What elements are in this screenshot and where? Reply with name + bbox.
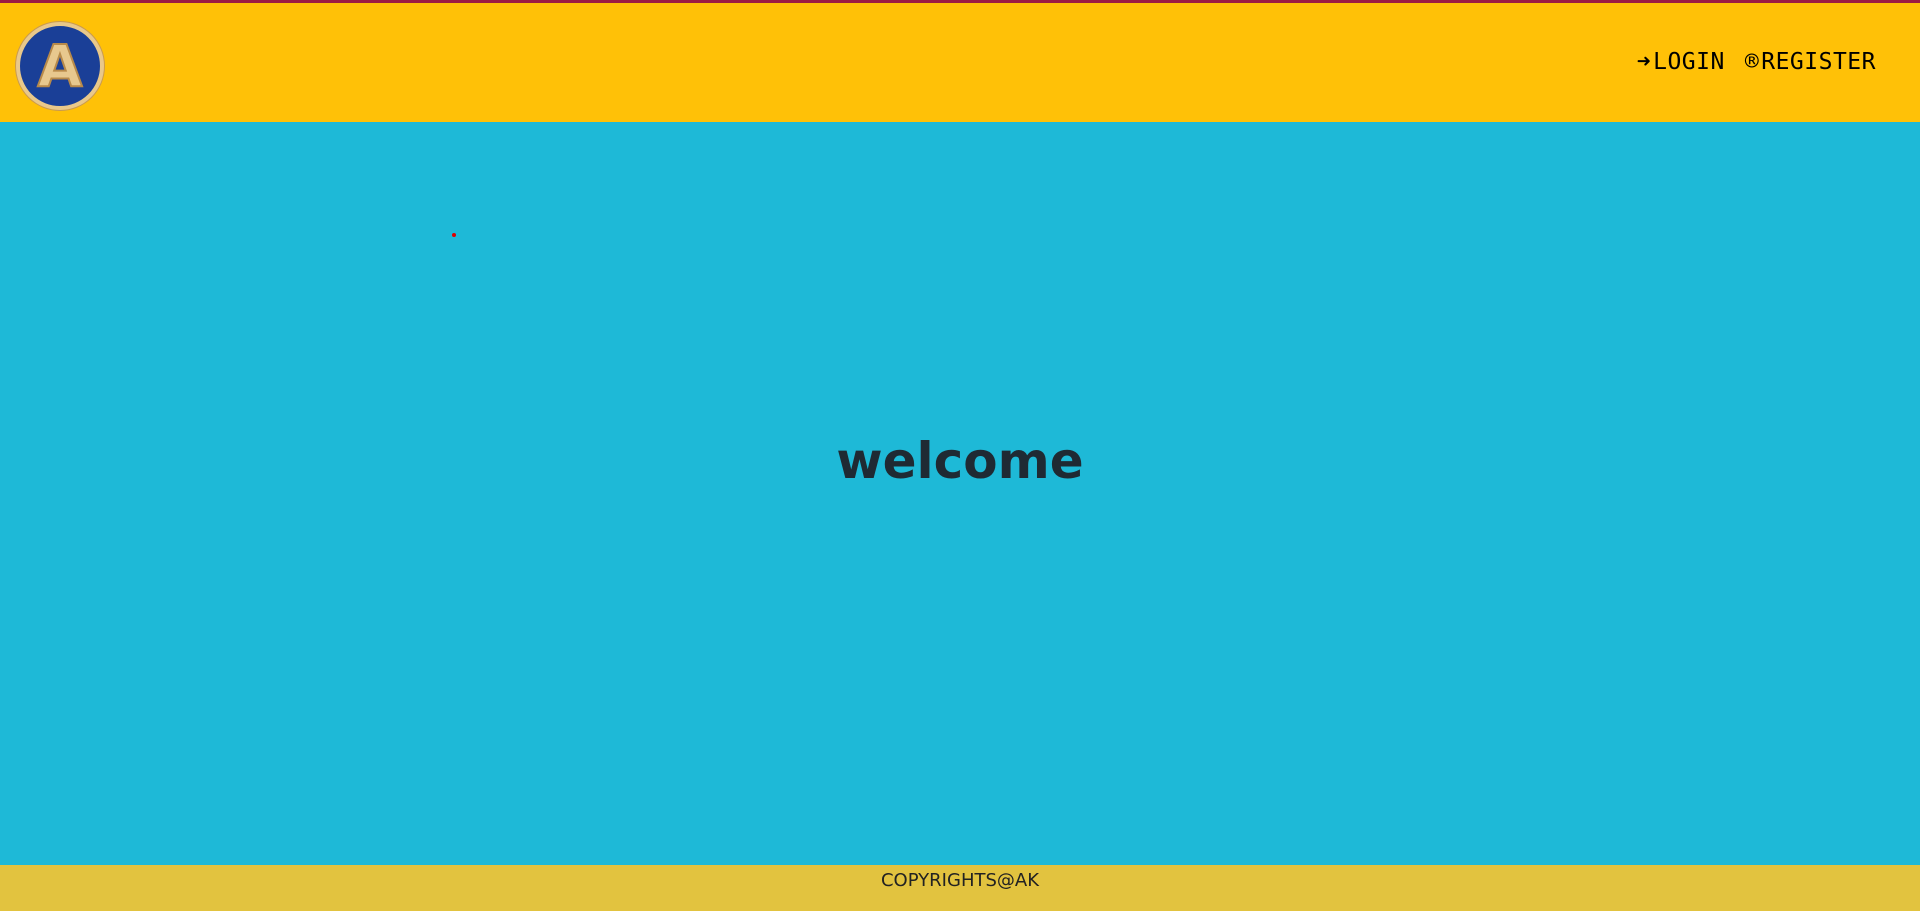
nav: ➜ LOGIN ® REGISTER [1637,49,1876,75]
login-link[interactable]: ➜ LOGIN [1637,49,1725,75]
footer: COPYRIGHTS@AK [0,865,1920,911]
registered-icon: ® [1744,49,1760,75]
register-link[interactable]: ® REGISTER [1745,49,1876,75]
logo-letter: A [37,32,84,100]
main-content: welcome [0,122,1920,865]
welcome-heading: welcome [836,432,1084,490]
copyright-text: COPYRIGHTS@AK [880,870,1040,891]
register-label: REGISTER [1761,49,1876,75]
sign-in-icon: ➜ [1636,49,1652,75]
red-dot [452,233,456,237]
login-label: LOGIN [1653,49,1725,75]
logo[interactable]: A [16,22,104,110]
header: A ➜ LOGIN ® REGISTER [0,3,1920,122]
